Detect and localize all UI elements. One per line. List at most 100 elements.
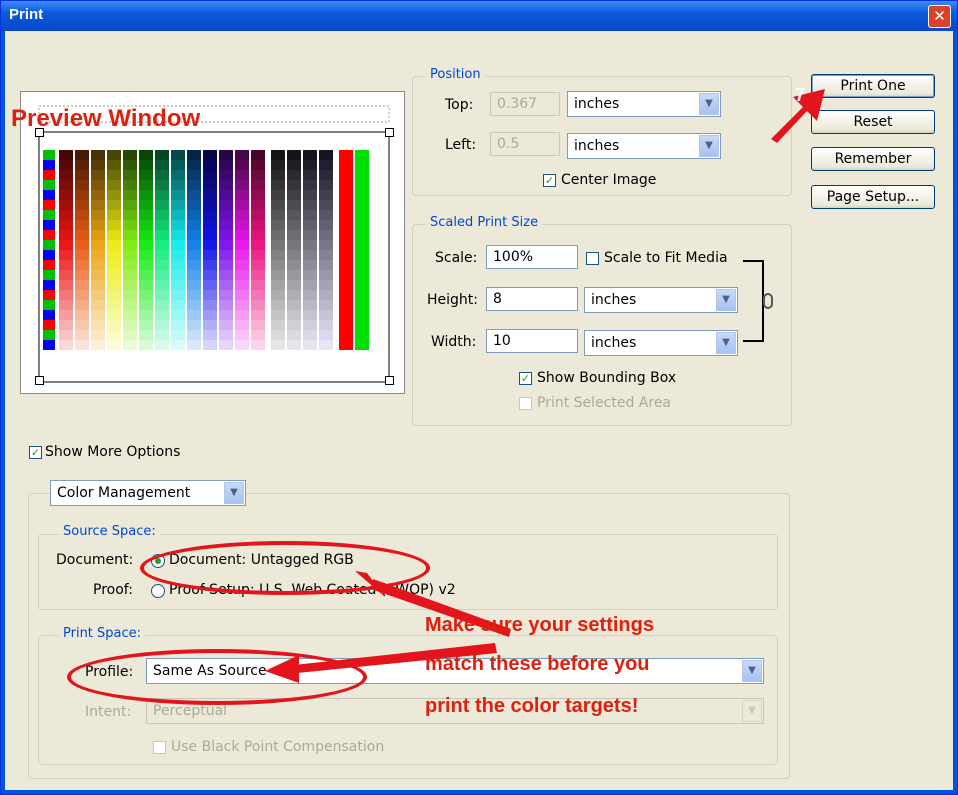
chart-swatch — [203, 270, 217, 280]
chart-swatch — [187, 290, 201, 300]
chart-swatch — [271, 250, 285, 260]
chart-swatch — [107, 300, 121, 310]
chart-swatch — [251, 220, 265, 230]
chart-swatch — [203, 200, 217, 210]
resize-handle[interactable] — [385, 128, 394, 137]
chart-swatch — [203, 150, 217, 160]
chart-swatch — [287, 190, 301, 200]
chart-swatch — [319, 180, 333, 190]
top-input[interactable]: 0.367 — [490, 92, 560, 116]
chart-swatch — [203, 190, 217, 200]
scale-to-fit-label: Scale to Fit Media — [604, 250, 728, 266]
chart-swatch — [251, 340, 265, 350]
chart-swatch — [139, 210, 153, 220]
black-point-compensation-checkbox[interactable] — [153, 741, 166, 754]
chart-swatch — [235, 260, 249, 270]
chart-swatch — [59, 220, 73, 230]
chart-swatch — [271, 240, 285, 250]
chart-swatch — [43, 330, 55, 340]
chart-swatch — [139, 240, 153, 250]
chart-swatch — [271, 170, 285, 180]
chart-swatch — [75, 270, 89, 280]
width-unit-select[interactable]: inches ▼ — [584, 330, 738, 356]
chart-swatch — [43, 340, 55, 350]
chart-swatch — [107, 170, 121, 180]
chart-swatch — [171, 310, 185, 320]
chart-swatch — [203, 280, 217, 290]
chart-swatch — [91, 170, 105, 180]
chart-swatch — [235, 220, 249, 230]
chart-swatch — [203, 260, 217, 270]
preview-color-chart — [38, 105, 390, 383]
chart-swatch — [139, 160, 153, 170]
chart-swatch — [171, 330, 185, 340]
resize-handle[interactable] — [385, 376, 394, 385]
chart-swatch — [303, 220, 317, 230]
chart-swatch — [203, 170, 217, 180]
chart-swatch — [271, 320, 285, 330]
chart-swatch — [271, 280, 285, 290]
show-more-options-checkbox[interactable]: ✓ — [29, 446, 42, 459]
page-setup-button[interactable]: Page Setup... — [811, 185, 935, 209]
chart-swatch — [75, 300, 89, 310]
height-input[interactable]: 8 — [486, 287, 578, 311]
left-input[interactable]: 0.5 — [490, 132, 560, 156]
chart-swatch — [319, 230, 333, 240]
chart-swatch — [287, 290, 301, 300]
close-icon[interactable]: ✕ — [928, 5, 951, 28]
chart-swatch — [155, 150, 169, 160]
chart-swatch — [251, 230, 265, 240]
chart-swatch — [187, 320, 201, 330]
chart-swatch — [171, 290, 185, 300]
chart-swatch — [91, 200, 105, 210]
print-space-legend: Print Space: — [59, 626, 146, 641]
print-selected-area-checkbox[interactable] — [519, 397, 532, 410]
chart-swatch — [75, 280, 89, 290]
color-management-select[interactable]: Color Management ▼ — [50, 480, 246, 506]
chart-swatch — [155, 330, 169, 340]
chart-swatch — [43, 230, 55, 240]
chart-swatch — [303, 150, 317, 160]
chart-swatch — [203, 210, 217, 220]
top-unit-select[interactable]: inches ▼ — [567, 91, 721, 117]
scale-to-fit-checkbox[interactable] — [586, 252, 599, 265]
chart-swatch — [107, 310, 121, 320]
chart-swatch — [303, 270, 317, 280]
show-bounding-box-checkbox[interactable]: ✓ — [519, 372, 532, 385]
chart-swatch — [139, 190, 153, 200]
chart-swatch — [203, 250, 217, 260]
chart-swatch — [43, 150, 55, 160]
chart-swatch — [171, 160, 185, 170]
chart-swatch — [91, 320, 105, 330]
chart-swatch — [203, 330, 217, 340]
chart-swatch — [123, 250, 137, 260]
chain-link-icon[interactable] — [763, 293, 773, 309]
chart-swatch — [43, 240, 55, 250]
width-input[interactable]: 10 — [486, 329, 578, 353]
scale-input[interactable]: 100% — [486, 245, 578, 269]
chart-swatch — [303, 320, 317, 330]
chevron-down-icon: ▼ — [742, 660, 762, 682]
left-unit-select[interactable]: inches ▼ — [567, 133, 721, 159]
chart-swatch — [75, 240, 89, 250]
height-unit-select[interactable]: inches ▼ — [584, 287, 738, 313]
chart-swatch — [251, 310, 265, 320]
chart-swatch — [139, 170, 153, 180]
chart-swatch — [91, 340, 105, 350]
chart-swatch — [319, 190, 333, 200]
left-unit-value: inches — [574, 138, 620, 154]
chart-swatch — [91, 240, 105, 250]
chart-swatch — [219, 160, 233, 170]
chart-swatch — [171, 260, 185, 270]
chart-swatch — [59, 280, 73, 290]
chart-swatch — [123, 270, 137, 280]
center-image-checkbox[interactable]: ✓ — [543, 174, 556, 187]
remember-button[interactable]: Remember — [811, 147, 935, 171]
chart-swatch — [271, 300, 285, 310]
document-label: Document: — [56, 552, 134, 568]
resize-handle[interactable] — [35, 376, 44, 385]
proof-radio[interactable] — [151, 584, 165, 598]
chart-swatch — [235, 230, 249, 240]
chart-swatch — [355, 150, 369, 350]
chart-swatch — [319, 300, 333, 310]
